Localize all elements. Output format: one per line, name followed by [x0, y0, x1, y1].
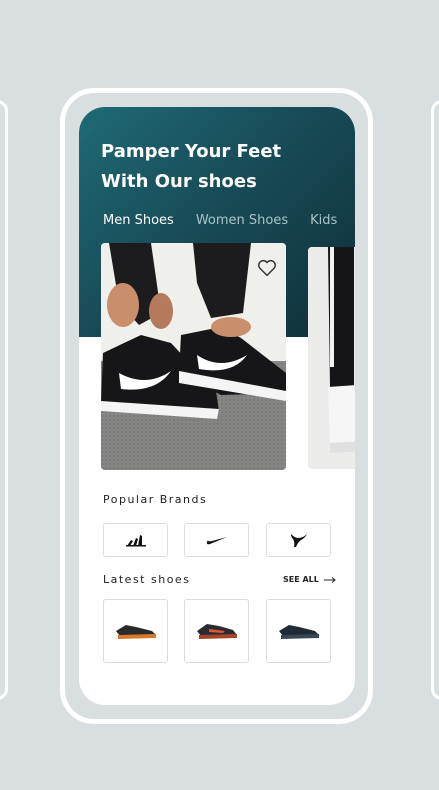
latest-shoe-3[interactable] — [266, 599, 331, 663]
next-screen-frame — [431, 100, 439, 700]
shoe-photo — [101, 243, 286, 470]
popular-brands-heading: Popular Brands — [103, 493, 208, 506]
shoe-thumbnail — [196, 624, 237, 639]
see-all-label: SEE ALL — [283, 575, 319, 584]
hero-title-line2: With Our shoes — [101, 171, 257, 192]
latest-shoes-heading: Latest shoes — [103, 573, 191, 586]
tab-women-shoes[interactable]: Women Shoes — [196, 213, 288, 228]
previous-screen-frame — [0, 100, 8, 700]
latest-shoe-1[interactable] — [103, 599, 168, 663]
brand-adidas[interactable] — [103, 523, 168, 557]
arrow-right-icon — [323, 576, 336, 583]
shoe-thumbnail — [115, 625, 156, 639]
brand-puma[interactable] — [266, 523, 331, 557]
latest-shoe-2[interactable] — [184, 599, 249, 663]
secondary-shoe-card[interactable] — [308, 247, 355, 469]
brand-nike[interactable] — [184, 523, 249, 557]
app-screen: Pamper Your Feet With Our shoes Men Shoe… — [79, 107, 355, 705]
see-all-link[interactable]: SEE ALL — [283, 575, 336, 584]
tab-men-shoes[interactable]: Men Shoes — [103, 213, 174, 228]
hero-title: Pamper Your Feet With Our shoes — [101, 137, 321, 197]
category-tabs: Men Shoes Women Shoes Kids — [103, 213, 355, 228]
adidas-logo-icon — [125, 535, 146, 547]
heart-icon[interactable] — [256, 257, 278, 279]
hero-title-line1: Pamper Your Feet — [101, 141, 282, 162]
puma-logo-icon — [290, 534, 307, 547]
secondary-shoe-photo — [308, 247, 355, 469]
nike-logo-icon — [206, 537, 227, 545]
featured-shoe-card[interactable] — [101, 243, 286, 470]
shoe-thumbnail — [278, 625, 319, 639]
tab-kids[interactable]: Kids — [310, 213, 337, 228]
